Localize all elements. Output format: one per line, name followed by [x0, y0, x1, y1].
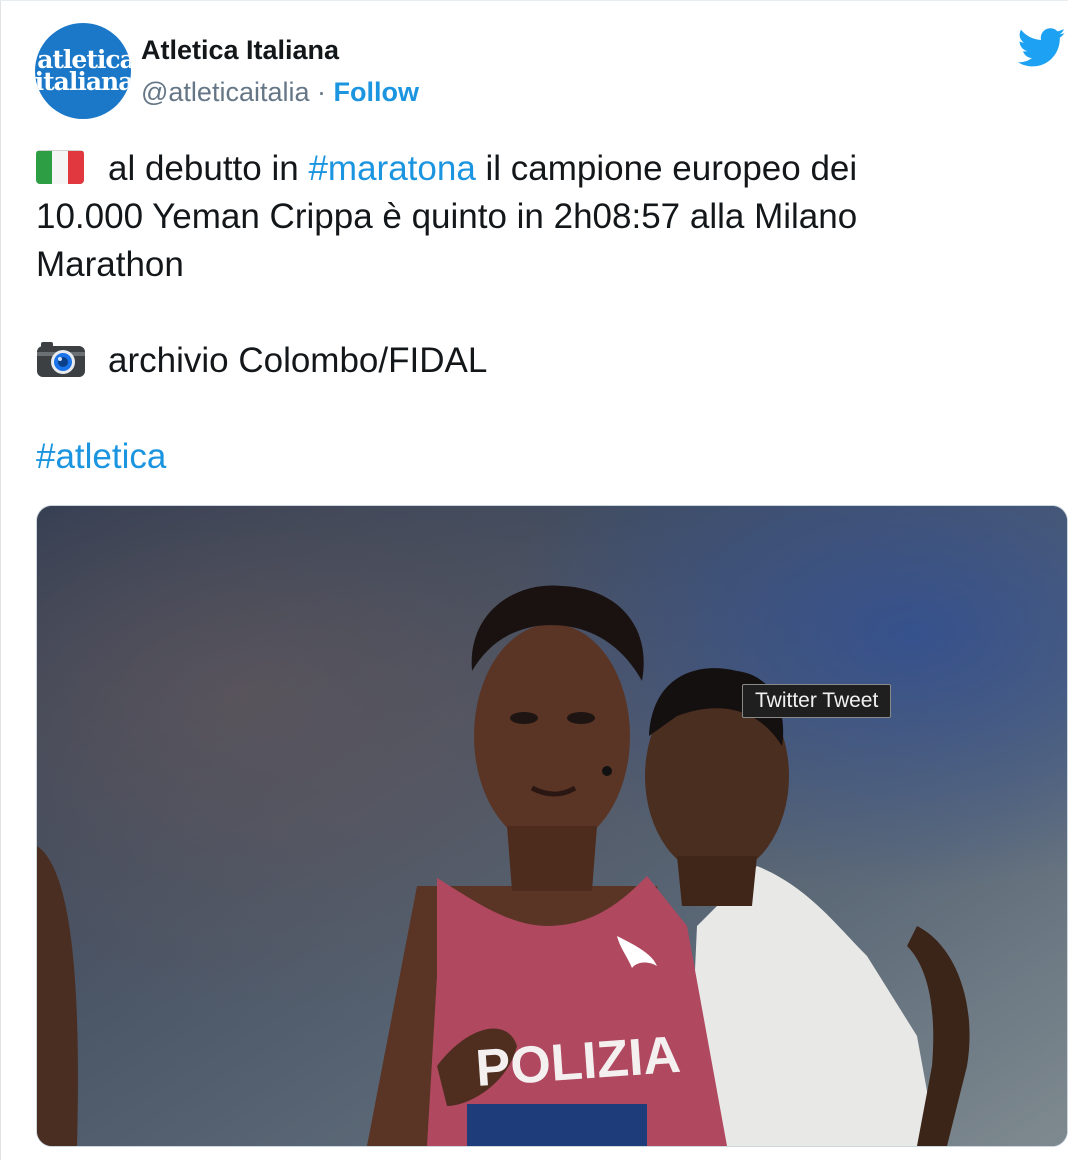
author-handle[interactable]: @atleticaitalia — [141, 77, 310, 107]
photo-credit: archivio Colombo/FIDAL — [108, 341, 488, 380]
handle-separator: · — [317, 77, 327, 107]
author-handle-row: @atleticaitalia · Follow — [141, 77, 419, 108]
avatar-logo-line2: italiana — [35, 67, 131, 96]
twitter-bird-icon[interactable] — [1018, 28, 1066, 68]
tweet-text-line-hashtag: #atletica — [36, 433, 1036, 481]
tweet-text: al debutto in #maratona il campione euro… — [36, 145, 1036, 481]
tweet-text-line-1: al debutto in #maratona il campione euro… — [36, 145, 1036, 193]
author-name[interactable]: Atletica Italiana — [141, 35, 339, 66]
hashtag-maratona-link[interactable]: #maratona — [308, 149, 475, 188]
tweet-text-blank — [36, 385, 1036, 433]
tweet-text-line-3: Marathon — [36, 245, 184, 284]
tweet-text-segment: al debutto in — [108, 149, 299, 188]
follow-link[interactable]: Follow — [334, 77, 419, 107]
tweet-photo[interactable]: POLIZIA — [36, 505, 1068, 1147]
hashtag-atletica-link[interactable]: #atletica — [36, 437, 166, 476]
italy-flag-icon — [36, 150, 84, 184]
tweet-card: atletica italiana Atletica Italiana @atl… — [0, 0, 1068, 1160]
tweet-text-blank — [36, 289, 1036, 337]
tweet-text-line-2: 10.000 Yeman Crippa è quinto in 2h08:57 … — [36, 197, 858, 236]
camera-icon — [37, 342, 85, 377]
author-avatar[interactable]: atletica italiana — [35, 23, 131, 119]
tweet-text-segment: il campione europeo dei — [485, 149, 858, 188]
runner-photo-illustration: POLIZIA — [37, 506, 1067, 1146]
tooltip: Twitter Tweet — [742, 684, 892, 718]
tweet-text-credit-line: archivio Colombo/FIDAL — [36, 337, 1036, 385]
